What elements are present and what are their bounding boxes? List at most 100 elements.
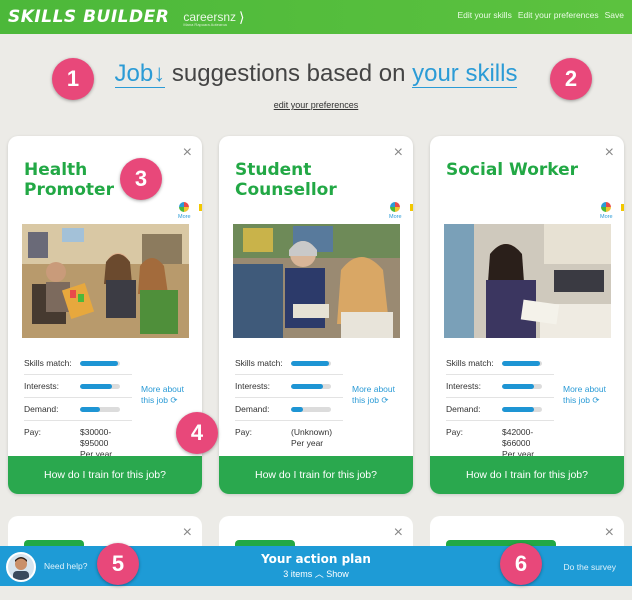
save-link[interactable]: Save xyxy=(605,10,624,20)
pay-label: Pay: xyxy=(235,427,253,437)
close-icon[interactable]: × xyxy=(605,144,614,162)
demand-label: Demand: xyxy=(446,404,481,414)
callout-badge-5: 5 xyxy=(97,543,139,585)
close-icon[interactable]: × xyxy=(183,144,192,162)
skills-match-row: Skills match: xyxy=(24,352,132,375)
demand-fill xyxy=(502,406,534,412)
close-icon[interactable]: × xyxy=(183,524,192,542)
demand-bar xyxy=(291,406,331,412)
edit-skills-link[interactable]: Edit your skills xyxy=(458,10,512,20)
refresh-icon: ⟳ xyxy=(170,395,178,405)
top-bar: SKILLS BUILDER careersnz ⟩ Mana Rapuara … xyxy=(0,0,632,34)
pay-value: (Unknown) Per year xyxy=(291,427,332,449)
skills-match-fill xyxy=(80,360,118,366)
demand-row: Demand: xyxy=(24,398,132,421)
color-wheel-icon xyxy=(601,202,611,212)
job-title[interactable]: Student Counsellor xyxy=(235,160,375,200)
plan-items-count: 3 items xyxy=(283,569,313,579)
yellow-flag-marker xyxy=(410,204,413,211)
interests-label: Interests: xyxy=(24,381,59,391)
skills-builder-logo[interactable]: SKILLS BUILDER xyxy=(8,7,169,27)
interests-bar xyxy=(502,383,542,389)
interests-label: Interests: xyxy=(235,381,270,391)
careersnz-logo[interactable]: careersnz ⟩ Mana Rapuara Aotearoa xyxy=(183,8,245,27)
demand-label: Demand: xyxy=(24,404,59,414)
job-card-social-worker: × Social Worker More Skills match: Inter… xyxy=(430,136,624,494)
skills-match-label: Skills match: xyxy=(235,358,283,368)
pay-line: (Unknown) xyxy=(291,427,333,437)
pay-line: $42000- xyxy=(502,427,534,437)
refresh-icon: ⟳ xyxy=(592,395,600,405)
demand-label: Demand: xyxy=(235,404,270,414)
close-icon[interactable]: × xyxy=(394,524,403,542)
title-middle-text: suggestions based on xyxy=(165,60,413,87)
edit-preferences-inline-link[interactable]: edit your preferences xyxy=(0,100,632,110)
show-plan-link[interactable]: Show xyxy=(326,569,349,579)
skills-match-label: Skills match: xyxy=(24,358,72,368)
more-about-job-label: More about this job xyxy=(352,384,395,405)
callout-badge-4: 4 xyxy=(176,412,218,454)
careersnz-tagline: Mana Rapuara Aotearoa xyxy=(183,21,227,27)
job-title[interactable]: Social Worker xyxy=(446,160,586,180)
job-sort-link[interactable]: Job↓ xyxy=(114,60,166,88)
color-wheel-icon xyxy=(179,202,189,212)
more-label: More xyxy=(389,214,402,220)
demand-row: Demand: xyxy=(235,398,343,421)
job-metrics: Skills match: Interests: Demand: Pay: $4… xyxy=(446,352,554,460)
skills-match-fill xyxy=(291,360,329,366)
interests-fill xyxy=(291,383,323,389)
callout-badge-1: 1 xyxy=(52,58,94,100)
more-info-button[interactable]: More xyxy=(178,202,191,220)
job-photo xyxy=(444,224,611,338)
page-title: Job↓ suggestions based on your skills xyxy=(0,60,632,88)
pay-line: $30000- xyxy=(80,427,112,437)
how-to-train-button[interactable]: How do I train for this job? xyxy=(219,456,413,494)
more-label: More xyxy=(178,214,191,220)
careersnz-swoosh-icon: ⟩ xyxy=(239,8,245,25)
job-card-health-promoter: × Health Promoter More Skills match: Int… xyxy=(8,136,202,494)
job-card-student-counsellor: × Student Counsellor More Skills match: … xyxy=(219,136,413,494)
skills-match-label: Skills match: xyxy=(446,358,494,368)
skills-match-row: Skills match: xyxy=(446,352,554,375)
skills-match-bar xyxy=(291,360,331,366)
demand-bar xyxy=(502,406,542,412)
pay-row: Pay: $30000- $95000 Per year xyxy=(24,421,132,460)
demand-fill xyxy=(80,406,100,412)
interests-fill xyxy=(502,383,534,389)
pay-line: Per year xyxy=(291,438,324,448)
color-wheel-icon xyxy=(390,202,400,212)
yellow-flag-marker xyxy=(199,204,202,211)
callout-badge-2: 2 xyxy=(550,58,592,100)
chevron-up-icon[interactable]: ︿ xyxy=(315,569,324,579)
callout-badge-6: 6 xyxy=(500,543,542,585)
job-metrics: Skills match: Interests: Demand: Pay: $3… xyxy=(24,352,132,460)
interests-bar xyxy=(80,383,120,389)
close-icon[interactable]: × xyxy=(394,144,403,162)
skills-match-bar xyxy=(80,360,120,366)
how-to-train-button[interactable]: How do I train for this job? xyxy=(430,456,624,494)
more-about-job-link[interactable]: More about this job ⟳ xyxy=(563,384,619,406)
refresh-icon: ⟳ xyxy=(381,395,389,405)
more-info-button[interactable]: More xyxy=(600,202,613,220)
interests-bar xyxy=(291,383,331,389)
job-metrics: Skills match: Interests: Demand: Pay: (U… xyxy=(235,352,343,449)
edit-preferences-link[interactable]: Edit your preferences xyxy=(518,10,599,20)
header-nav: Edit your skills Edit your preferences S… xyxy=(458,10,625,20)
more-about-job-link[interactable]: More about this job ⟳ xyxy=(352,384,408,406)
more-about-job-label: More about this job xyxy=(563,384,606,405)
yellow-flag-marker xyxy=(621,204,624,211)
skills-match-bar xyxy=(502,360,542,366)
interests-row: Interests: xyxy=(24,375,132,398)
demand-bar xyxy=(80,406,120,412)
more-about-job-link[interactable]: More about this job ⟳ xyxy=(141,384,197,406)
pay-line: $66000 xyxy=(502,438,531,448)
job-photo xyxy=(22,224,189,338)
pay-row: Pay: $42000- $66000 Per year xyxy=(446,421,554,460)
more-label: More xyxy=(600,214,613,220)
your-skills-link[interactable]: your skills xyxy=(412,60,518,88)
demand-row: Demand: xyxy=(446,398,554,421)
how-to-train-button[interactable]: How do I train for this job? xyxy=(8,456,202,494)
more-info-button[interactable]: More xyxy=(389,202,402,220)
do-survey-link[interactable]: Do the survey xyxy=(564,562,616,572)
close-icon[interactable]: × xyxy=(605,524,614,542)
